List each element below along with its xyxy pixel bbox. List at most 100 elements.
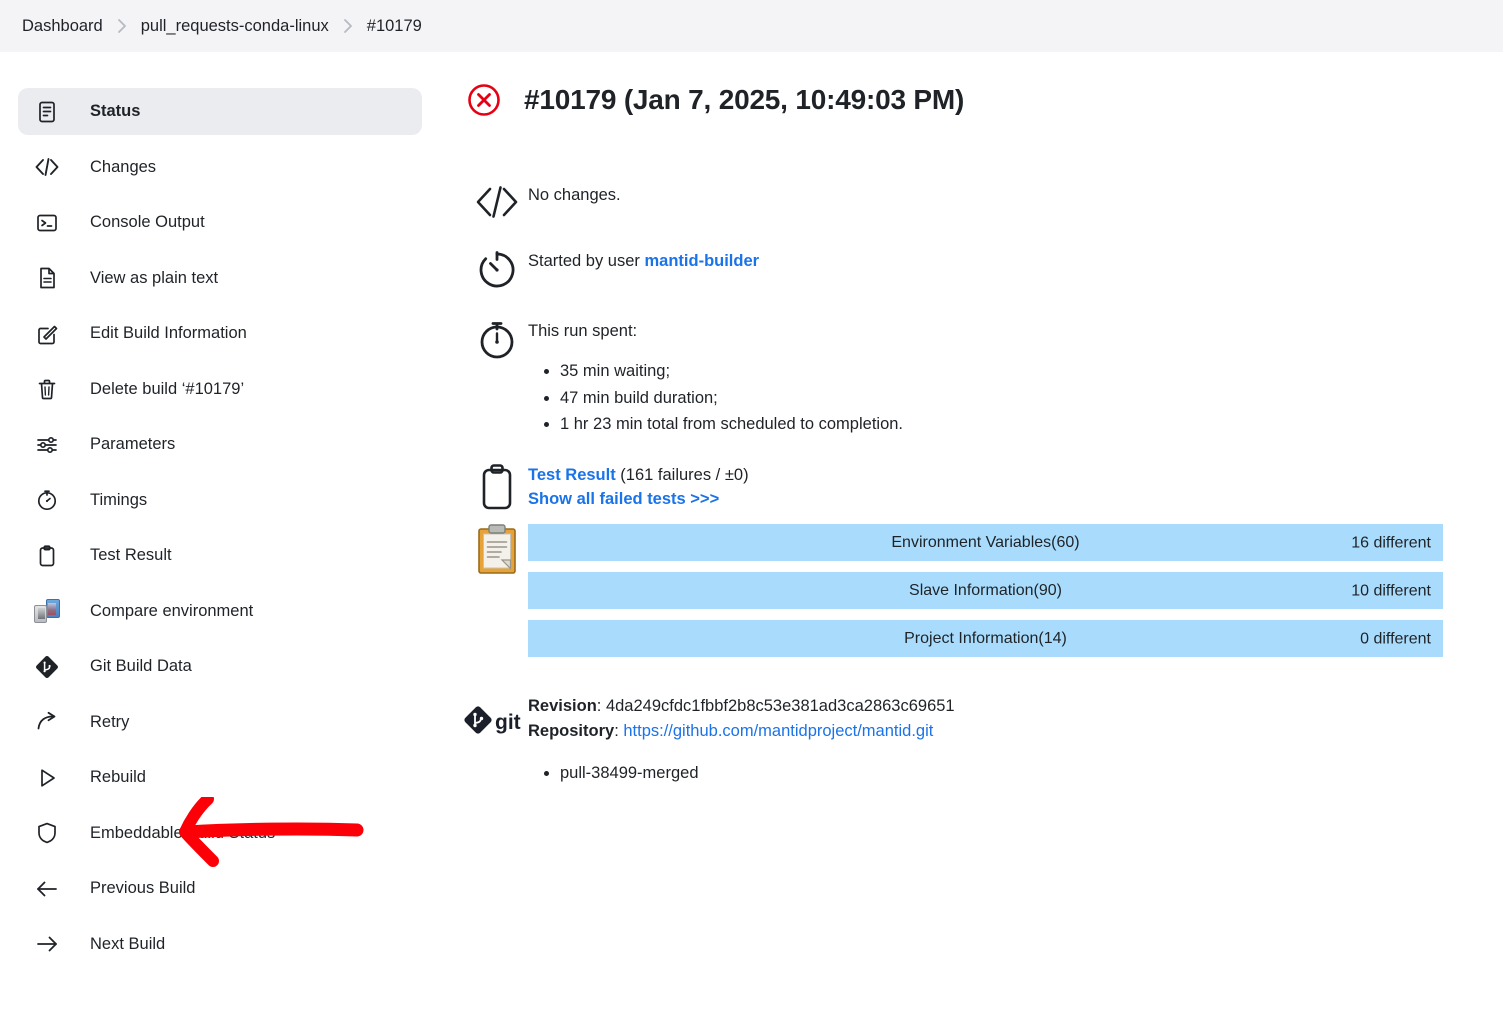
git-repository-label: Repository	[528, 722, 615, 741]
test-result-summary: Test Result (161 failures / ±0)	[528, 462, 1443, 488]
svg-text:git: git	[495, 711, 521, 734]
changes-row: No changes.	[466, 180, 1443, 222]
sidebar-item-compare-environment[interactable]: Compare environment	[18, 588, 422, 635]
page-body: Status Changes Console Output View as pl…	[0, 52, 1503, 976]
stopwatch-icon	[32, 488, 62, 512]
sidebar-item-label: View as plain text	[90, 268, 219, 287]
shield-icon	[32, 821, 62, 845]
comparison-bar-label: Project Information(14)	[904, 629, 1067, 647]
sidebar-item-label: Edit Build Information	[90, 324, 247, 342]
comparison-bars: Environment Variables(60) 16 different S…	[528, 524, 1443, 658]
sidebar-item-timings[interactable]: Timings	[18, 477, 422, 524]
git-repository-line: Repository: https://github.com/mantidpro…	[528, 722, 934, 741]
retry-arrow-icon	[32, 710, 62, 734]
sidebar-item-delete-build[interactable]: Delete build ‘#10179’	[18, 366, 422, 413]
trash-icon	[32, 377, 62, 401]
sidebar-item-label: Previous Build	[90, 879, 196, 897]
clock-rotate-icon	[466, 246, 528, 292]
sidebar-item-view-as-plain-text[interactable]: View as plain text	[18, 255, 422, 302]
sidebar-item-label: Embeddable Build Status	[90, 823, 276, 842]
compare-servers-icon	[32, 599, 62, 623]
arrow-left-icon	[32, 877, 62, 901]
sidebar-item-next-build[interactable]: Next Build	[18, 921, 422, 968]
sidebar-item-label: Git Build Data	[90, 657, 192, 675]
main-content: #10179 (Jan 7, 2025, 10:49:03 PM) No cha…	[440, 52, 1503, 810]
changes-text: No changes.	[528, 186, 621, 204]
breadcrumb: Dashboard pull_requests-conda-linux #101…	[0, 0, 1503, 52]
sidebar-item-retry[interactable]: Retry	[18, 699, 422, 746]
sidebar-item-label: Parameters	[90, 435, 176, 453]
run-spent-row: This run spent: 35 min waiting; 47 min b…	[466, 316, 1443, 438]
list-item: 1 hr 23 min total from scheduled to comp…	[560, 411, 1443, 438]
play-triangle-icon	[32, 766, 62, 790]
started-by-row: Started by user mantid-builder	[466, 246, 1443, 292]
code-brackets-icon	[466, 180, 528, 222]
code-brackets-icon	[32, 155, 62, 179]
run-spent-heading: This run spent:	[528, 322, 638, 340]
git-row: git Revision: 4da249cfdc1fbbf2b8c53e381a…	[464, 686, 1443, 786]
list-item: 35 min waiting;	[560, 358, 1443, 385]
plain-text-file-icon	[32, 266, 62, 290]
clipboard-orange-icon	[475, 523, 519, 580]
test-result-row: Test Result (161 failures / ±0) Show all…	[466, 462, 1443, 668]
comparison-bar-value: 0 different	[1360, 629, 1431, 647]
breadcrumb-item-dashboard[interactable]: Dashboard	[22, 17, 103, 36]
started-by-user-link[interactable]: mantid-builder	[644, 252, 759, 270]
sidebar-item-label: Delete build ‘#10179’	[90, 379, 245, 398]
sidebar-item-label: Compare environment	[90, 601, 254, 620]
list-item: 47 min build duration;	[560, 385, 1443, 412]
breadcrumb-item-build[interactable]: #10179	[367, 17, 422, 36]
git-revision-line: Revision: 4da249cfdc1fbbf2b8c53e381ad3ca…	[528, 697, 955, 716]
run-spent-list: 35 min waiting; 47 min build duration; 1…	[528, 358, 1443, 438]
terminal-icon	[32, 211, 62, 235]
test-result-counts: (161 failures / ±0)	[615, 466, 749, 485]
page-title: #10179 (Jan 7, 2025, 10:49:03 PM)	[466, 82, 1443, 118]
git-diamond-icon	[32, 655, 62, 679]
sidebar-item-parameters[interactable]: Parameters	[18, 421, 422, 468]
sidebar-item-edit-build-information[interactable]: Edit Build Information	[18, 310, 422, 357]
sliders-icon	[32, 433, 62, 457]
sidebar-item-console-output[interactable]: Console Output	[18, 199, 422, 246]
git-revision-value: 4da249cfdc1fbbf2b8c53e381ad3ca2863c69651	[605, 697, 955, 716]
sidebar-item-git-build-data[interactable]: Git Build Data	[18, 643, 422, 690]
sidebar-item-status[interactable]: Status	[18, 88, 422, 135]
sidebar-item-label: Test Result	[90, 546, 172, 564]
sidebar-item-label: Console Output	[90, 213, 205, 231]
build-title-text: #10179 (Jan 7, 2025, 10:49:03 PM)	[524, 84, 965, 115]
comparison-bar-environment-variables[interactable]: Environment Variables(60) 16 different	[528, 524, 1443, 562]
sidebar-item-label: Timings	[90, 490, 148, 509]
list-item: pull-38499-merged	[560, 762, 1443, 786]
sidebar-item-embeddable-build-status[interactable]: Embeddable Build Status	[18, 810, 422, 857]
git-logo-icon: git	[462, 704, 532, 743]
test-result-link[interactable]: Test Result	[528, 466, 616, 484]
sidebar-item-label: Next Build	[90, 934, 166, 953]
clipboard-icon	[32, 544, 62, 568]
comparison-bar-value: 10 different	[1351, 581, 1431, 599]
show-all-failed-tests-link[interactable]: Show all failed tests >>>	[528, 488, 1443, 512]
sidebar-item-test-result[interactable]: Test Result	[18, 532, 422, 579]
edit-pencil-icon	[32, 322, 62, 346]
stopwatch-icon	[466, 316, 528, 362]
comparison-bar-value: 16 different	[1351, 533, 1431, 551]
sidebar: Status Changes Console Output View as pl…	[0, 52, 440, 976]
document-lines-icon	[32, 100, 62, 124]
git-branch-list: pull-38499-merged	[528, 762, 1443, 786]
clipboard-outline-icon	[476, 462, 518, 517]
breadcrumb-item-job[interactable]: pull_requests-conda-linux	[141, 17, 329, 36]
git-repository-link[interactable]: https://github.com/mantidproject/mantid.…	[623, 722, 933, 740]
sidebar-item-rebuild[interactable]: Rebuild	[18, 754, 422, 801]
sidebar-item-label: Rebuild	[90, 768, 146, 786]
sidebar-item-label: Retry	[90, 712, 130, 731]
started-by-prefix: Started by user	[528, 252, 645, 270]
git-revision-label: Revision	[528, 697, 597, 716]
comparison-bar-project-information[interactable]: Project Information(14) 0 different	[528, 620, 1443, 658]
sidebar-item-changes[interactable]: Changes	[18, 144, 422, 191]
sidebar-item-label: Status	[90, 102, 141, 120]
sidebar-item-label: Changes	[90, 157, 157, 176]
chevron-right-icon	[343, 18, 353, 34]
comparison-bar-slave-information[interactable]: Slave Information(90) 10 different	[528, 572, 1443, 610]
comparison-bar-label: Slave Information(90)	[909, 581, 1062, 599]
failed-circle-x-icon	[466, 82, 502, 118]
sidebar-item-previous-build[interactable]: Previous Build	[18, 865, 422, 912]
comparison-bar-label: Environment Variables(60)	[891, 533, 1080, 551]
